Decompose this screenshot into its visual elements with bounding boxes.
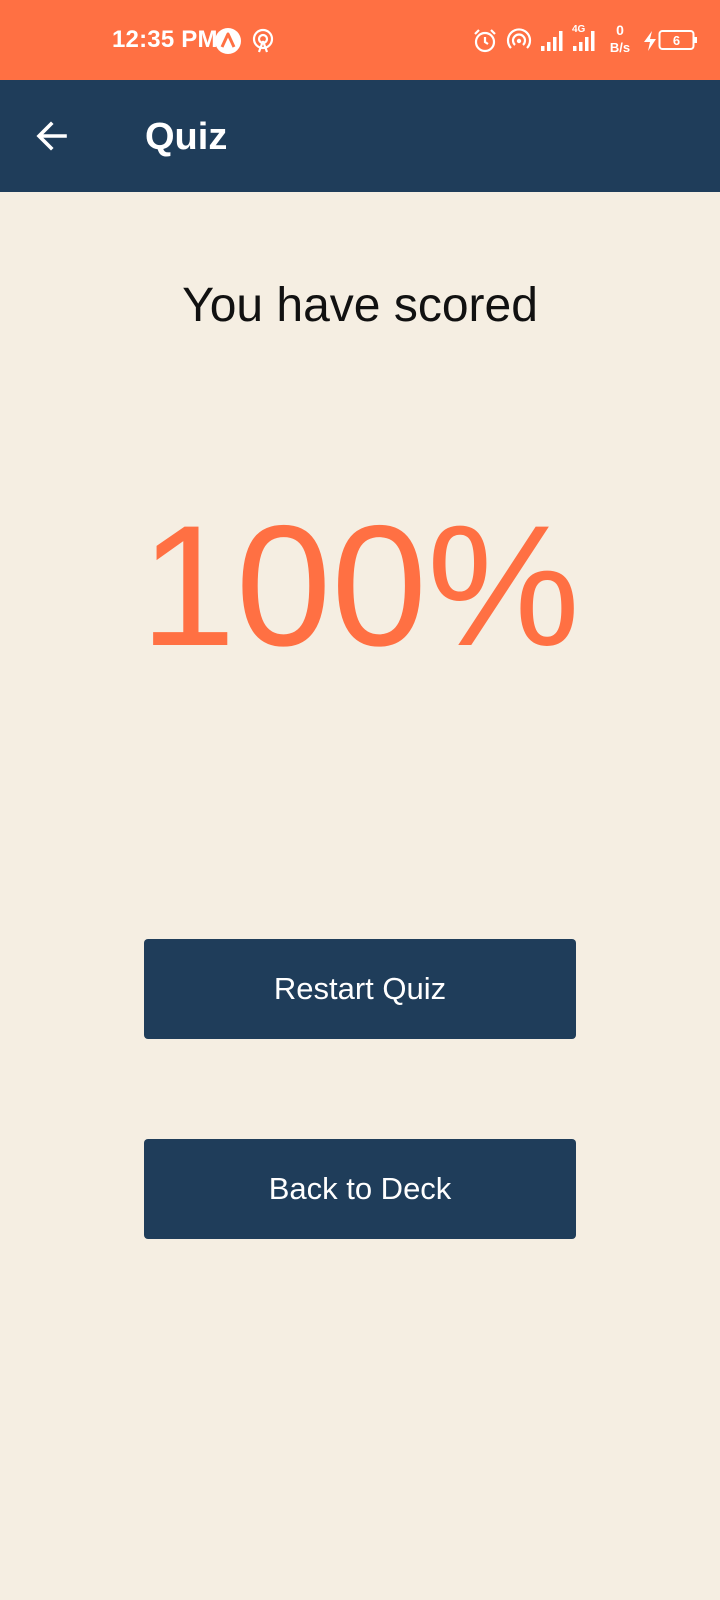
network-speed-value: 0: [616, 22, 624, 38]
charging-icon: [644, 31, 656, 51]
hotspot-icon: [252, 28, 274, 53]
back-button[interactable]: [20, 106, 84, 166]
alarm-icon: [474, 29, 496, 53]
page-title: Quiz: [145, 116, 228, 158]
status-time: 12:35 PM: [112, 26, 218, 53]
network-speed-unit: B/s: [610, 40, 630, 55]
battery-level: 6: [673, 33, 680, 48]
battery-icon: 6: [658, 30, 697, 50]
app-notification-icon: [215, 28, 241, 54]
network-speed: 0 B/s: [610, 22, 630, 55]
app-bar: Quiz: [0, 80, 720, 192]
restart-quiz-button[interactable]: Restart Quiz: [144, 939, 576, 1039]
arrow-left-icon: [36, 121, 67, 151]
back-to-deck-button[interactable]: Back to Deck: [144, 1139, 576, 1239]
wifi-hotspot-icon: [506, 28, 532, 49]
score-value: 100%: [140, 490, 580, 682]
score-label: You have scored: [182, 279, 538, 332]
signal-icon: [541, 31, 563, 51]
status-bar: 12:35 PM 4G 0 B/s 6: [0, 0, 720, 80]
signal-4g-icon: 4G: [572, 24, 595, 51]
network-type-label: 4G: [572, 24, 586, 35]
